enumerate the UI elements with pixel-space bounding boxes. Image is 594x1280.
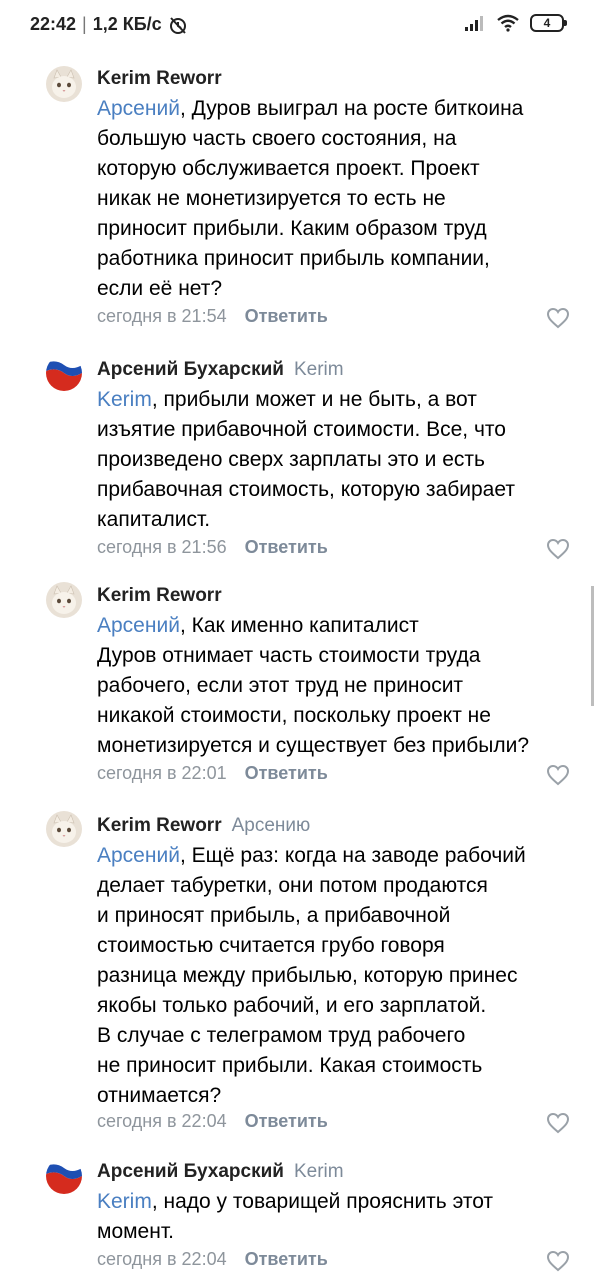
comment-header: Kerim Reworr: [97, 67, 222, 91]
comment-line: рабочего, если этот труд не приносит: [97, 674, 464, 697]
heart-icon[interactable]: [546, 1250, 570, 1272]
reply-to-name[interactable]: Kerim: [294, 359, 344, 380]
battery-level: 4: [543, 16, 551, 30]
comment-line: капиталист.: [97, 508, 211, 531]
comment-line: никакой стоимости, поскольку проект не: [97, 704, 491, 727]
cat-avatar[interactable]: [46, 66, 82, 102]
comment-line: отнимается?: [97, 1084, 222, 1107]
status-separator: |: [82, 14, 87, 34]
mention-link[interactable]: Арсений: [97, 614, 180, 637]
cat-avatar[interactable]: [46, 582, 82, 618]
comment-line: монетизируется и существует без прибыли?: [97, 734, 530, 757]
signal-icon: [465, 16, 483, 31]
mention-link[interactable]: Арсений: [97, 97, 180, 120]
comment-line: В случае с телеграмом труд рабочего: [97, 1024, 466, 1047]
mention-link[interactable]: Kerim: [97, 388, 152, 411]
comment-line: большую часть своего состояния, на: [97, 127, 457, 150]
heart-icon[interactable]: [546, 764, 570, 786]
comment-line: , Как именно капиталист: [179, 614, 419, 637]
comment-text: Арсений, Ещё раз: когда на заводе рабочи…: [97, 841, 577, 1111]
comment-line: разница между прибылью, которую принес: [97, 964, 518, 987]
comment-header: Kerim Reworr Арсению: [97, 814, 310, 838]
comment-text: Kerim, надо у товарищей прояснить этот м…: [97, 1187, 577, 1247]
heart-icon[interactable]: [546, 538, 570, 560]
reply-button[interactable]: Ответить: [245, 1249, 328, 1270]
comment-line: прибавочная стоимость, которую забирает: [97, 478, 515, 501]
author-name[interactable]: Арсений Бухарский: [97, 1161, 284, 1182]
comment-line: и приносят прибыль, а прибавочной: [97, 904, 451, 927]
reply-to-name[interactable]: Kerim: [294, 1161, 344, 1182]
alarm-off-icon: [169, 16, 186, 34]
clock: 22:42: [30, 14, 77, 34]
comment-header: Kerim Reworr: [97, 584, 222, 608]
comment-line: , прибыли может и не быть, а вот: [151, 388, 477, 411]
author-name[interactable]: Kerim Reworr: [97, 585, 222, 606]
comment-line: не приносит прибыли. Какая стоимость: [97, 1054, 483, 1077]
cat-avatar[interactable]: [46, 811, 82, 847]
comment-line: изъятие прибавочной стоимости. Все, что: [97, 418, 506, 441]
comment-text: Арсений, Дуров выиграл на росте биткоина…: [97, 94, 577, 304]
comment-time: сегодня в 22:04: [97, 1111, 227, 1131]
heart-icon[interactable]: [546, 307, 570, 329]
status-bar: 22:42 | 1,2 КБ/с 4: [0, 0, 594, 50]
status-bar-left: 22:42 | 1,2 КБ/с: [30, 14, 188, 35]
author-name[interactable]: Kerim Reworr: [97, 68, 222, 89]
comment-text: Kerim, прибыли может и не быть, а вот из…: [97, 385, 577, 535]
reply-button[interactable]: Ответить: [245, 763, 328, 784]
comment-meta: сегодня в 22:04 Ответить: [97, 1249, 328, 1270]
heart-icon[interactable]: [546, 1112, 570, 1134]
comment-time: сегодня в 21:54: [97, 306, 227, 326]
comment-line: приносит прибыли. Каким образом труд: [97, 217, 487, 240]
comment-line: Дуров отнимает часть стоимости труда: [97, 644, 481, 667]
network-speed: 1,2 КБ/с: [92, 14, 162, 34]
comment-meta: сегодня в 22:04 Ответить: [97, 1111, 328, 1132]
comment-header: Арсений Бухарский Kerim: [97, 358, 344, 382]
comment-time: сегодня в 22:04: [97, 1249, 227, 1269]
comment-time: сегодня в 22:01: [97, 763, 227, 783]
author-name[interactable]: Арсений Бухарский: [97, 359, 284, 380]
russian-flag-avatar[interactable]: [46, 1158, 82, 1194]
battery-icon: 4: [530, 14, 567, 32]
russian-flag-avatar[interactable]: [46, 355, 82, 391]
comment-header: Арсений Бухарский Kerim: [97, 1160, 344, 1184]
reply-button[interactable]: Ответить: [245, 306, 328, 327]
mention-link[interactable]: Арсений: [97, 844, 180, 867]
comment-line: произведено сверх зарплаты это и есть: [97, 448, 485, 471]
comment-line: стоимостью считается грубо говоря: [97, 934, 445, 957]
comment-line: , надо у товарищей прояснить этот: [151, 1190, 494, 1213]
comment-line: момент.: [97, 1220, 174, 1243]
wifi-icon: [497, 14, 519, 32]
comment-meta: сегодня в 21:56 Ответить: [97, 537, 328, 558]
mention-link[interactable]: Kerim: [97, 1190, 152, 1213]
comment-line: , Дуров выиграл на росте биткоина: [179, 97, 524, 120]
author-name[interactable]: Kerim Reworr: [97, 815, 222, 836]
comment-line: делает табуретки, они потом продаются: [97, 874, 488, 897]
reply-button[interactable]: Ответить: [245, 1111, 328, 1132]
comment-text: Арсений, Как именно капиталист Дуров отн…: [97, 611, 577, 761]
comment-meta: сегодня в 21:54 Ответить: [97, 306, 328, 327]
reply-button[interactable]: Ответить: [245, 537, 328, 558]
comment-line: , Ещё раз: когда на заводе рабочий: [179, 844, 526, 867]
comment-line: работника приносит прибыль компании,: [97, 247, 490, 270]
comment-time: сегодня в 21:56: [97, 537, 227, 557]
reply-to-name[interactable]: Арсению: [232, 815, 311, 836]
status-bar-right: 4: [464, 14, 567, 32]
comment-line: которую обслуживается проект. Проект: [97, 157, 480, 180]
comment-line: якобы только рабочий, и его зарплатой.: [97, 994, 487, 1017]
comment-meta: сегодня в 22:01 Ответить: [97, 763, 328, 784]
comment-line: если её нет?: [97, 277, 223, 300]
comment-line: никак не монетизируется то есть не: [97, 187, 446, 210]
